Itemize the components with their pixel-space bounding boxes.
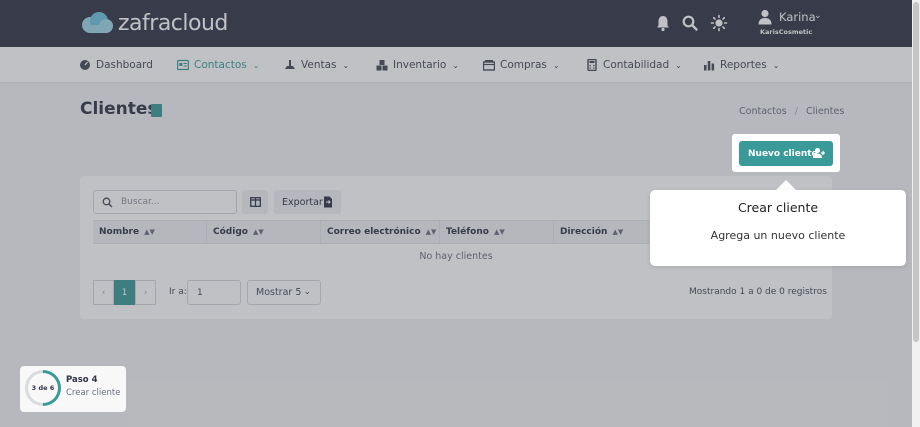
tour-popover-description: Agrega un nuevo cliente [710,229,846,242]
tour-progress-label: 3 de 6 [28,373,58,403]
scrollbar-thumb[interactable] [913,2,919,342]
tour-step-description: Crear cliente [66,388,121,398]
new-client-button[interactable]: Nuevo cliente [739,141,833,166]
tour-step-title: Paso 4 [66,375,98,385]
add-user-icon [813,148,825,158]
new-client-label: Nuevo cliente [748,148,818,159]
popover-arrow [776,180,796,190]
tour-popover-title: Crear cliente [737,200,819,215]
